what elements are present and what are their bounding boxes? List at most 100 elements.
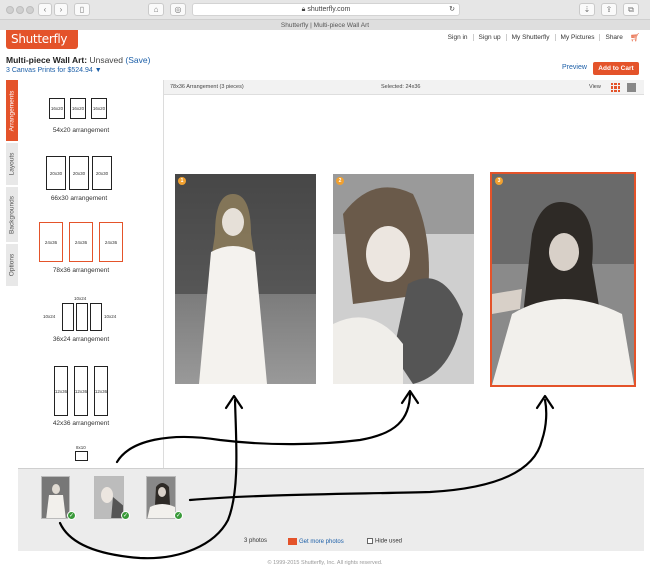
arrangement-78x36[interactable]: 24x36 24x36 24x36 78x36 arrangement bbox=[18, 220, 164, 282]
sign-up-link[interactable]: Sign up bbox=[472, 34, 506, 41]
arrangement-label: 78x36 arrangement bbox=[52, 267, 110, 274]
arrangement-66x30[interactable]: 20x30 20x30 20x30 66x30 arrangement bbox=[18, 152, 164, 214]
hide-used-label: Hide used bbox=[375, 538, 403, 545]
arrangement-box: 16x20 bbox=[49, 98, 65, 119]
canvas-photo-1[interactable]: 1 bbox=[175, 174, 316, 384]
tab-backgrounds[interactable]: Backgrounds bbox=[6, 187, 18, 242]
used-checkmark-icon: ✓ bbox=[121, 511, 130, 520]
arrangement-label: 54x20 arrangement bbox=[52, 127, 110, 134]
downloads-icon[interactable]: ⇣ bbox=[579, 3, 595, 16]
tab-title[interactable]: Shutterfly | Multi-piece Wall Art bbox=[0, 19, 650, 30]
arrangement-42x36[interactable]: 12x36 12x36 12x36 42x36 arrangement bbox=[18, 362, 164, 444]
back-icon[interactable]: ‹ bbox=[38, 3, 52, 16]
tab-backgrounds-label: Backgrounds bbox=[8, 195, 16, 234]
sidebar-icon[interactable]: ▯ bbox=[74, 3, 90, 16]
price-text: 3 Canvas Prints for $524.94 bbox=[6, 67, 93, 74]
thumb-image bbox=[147, 477, 175, 518]
filmstrip-thumb-1[interactable] bbox=[41, 476, 70, 519]
forward-icon[interactable]: › bbox=[54, 3, 68, 16]
reload-icon[interactable]: ↻ bbox=[449, 4, 455, 15]
arrangement-label: 36x24 arrangement bbox=[52, 336, 110, 343]
photo-number-badge: 2 bbox=[336, 177, 344, 185]
close-window-icon[interactable] bbox=[6, 6, 14, 14]
photo-girl-portrait bbox=[492, 174, 634, 385]
shutterfly-logo[interactable]: Shutterfly bbox=[6, 30, 78, 49]
used-checkmark-icon: ✓ bbox=[67, 511, 76, 520]
reader-icon[interactable]: ◎ bbox=[170, 3, 186, 16]
arrangement-8x10[interactable]: 8x10 bbox=[18, 442, 164, 468]
grid-view-icon[interactable] bbox=[611, 83, 620, 92]
my-pictures-link[interactable]: My Pictures bbox=[554, 34, 600, 41]
arrangement-box: 12x36 bbox=[54, 366, 68, 416]
arrangement-box: 24x36 bbox=[69, 222, 93, 262]
canvas-photo-2[interactable]: 2 bbox=[333, 174, 474, 384]
caret-down-icon[interactable]: ▼ bbox=[95, 67, 102, 74]
arrangement-box bbox=[76, 303, 88, 331]
zoom-window-icon[interactable] bbox=[26, 6, 34, 14]
sign-in-link[interactable]: Sign in bbox=[443, 34, 473, 41]
copyright-footer: © 1999-2015 Shutterfly, Inc. All rights … bbox=[267, 560, 383, 566]
get-more-photos-label: Get more photos bbox=[299, 539, 344, 546]
preview-link[interactable]: Preview bbox=[562, 64, 587, 71]
cart-icon[interactable]: 🛒︎ bbox=[630, 33, 640, 42]
my-shutterfly-link[interactable]: My Shutterfly bbox=[505, 34, 555, 41]
share-extension-icon[interactable]: ⌂ bbox=[148, 3, 164, 16]
thumb-image bbox=[95, 477, 123, 518]
arrangement-box bbox=[62, 303, 74, 331]
arrangement-box: 16x20 bbox=[70, 98, 86, 119]
single-view-icon[interactable] bbox=[627, 83, 636, 92]
view-label: View bbox=[589, 84, 601, 90]
project-status: Unsaved bbox=[89, 55, 124, 65]
arrangements-panel: 16x20 16x20 16x20 54x20 arrangement 20x3… bbox=[18, 80, 164, 468]
tab-options-label: Options bbox=[8, 253, 16, 277]
arrangement-box: 12x36 bbox=[74, 366, 88, 416]
selected-info: Selected: 24x36 bbox=[381, 84, 421, 90]
tabs-overview-icon[interactable]: ⧉ bbox=[623, 3, 639, 16]
price-line[interactable]: 3 Canvas Prints for $524.94 ▼ bbox=[6, 67, 102, 74]
photo-count: 3 photos bbox=[244, 538, 268, 544]
used-checkmark-icon: ✓ bbox=[174, 511, 183, 520]
top-links: Sign in Sign up My Shutterfly My Picture… bbox=[443, 33, 640, 42]
save-link[interactable]: (Save) bbox=[125, 55, 150, 65]
tab-options[interactable]: Options bbox=[6, 244, 18, 286]
project-title-text: Multi-piece Wall Art: bbox=[6, 55, 88, 65]
arrangement-label: 66x30 arrangement bbox=[50, 195, 108, 202]
arrangement-size-top: 10x24 bbox=[74, 296, 87, 301]
photo-girl-standing bbox=[175, 174, 316, 384]
arrowhead-3 bbox=[535, 394, 555, 410]
filmstrip-thumb-3[interactable] bbox=[146, 476, 176, 519]
arrowhead-1 bbox=[224, 394, 244, 410]
arrangement-54x20[interactable]: 16x20 16x20 16x20 54x20 arrangement bbox=[18, 80, 164, 140]
photo-girl-flowers bbox=[333, 174, 474, 384]
hide-used-checkbox[interactable]: Hide used bbox=[367, 538, 402, 545]
arrangement-box: 24x36 bbox=[99, 222, 123, 262]
get-more-photos-link[interactable]: Get more photos bbox=[288, 538, 344, 545]
arrangement-box bbox=[75, 451, 88, 461]
share-link[interactable]: Share bbox=[599, 34, 627, 41]
tab-arrangements[interactable]: Arrangements bbox=[6, 80, 18, 141]
arrangement-box bbox=[90, 303, 102, 331]
share-icon[interactable]: ⇪ bbox=[601, 3, 617, 16]
arrangement-label: 42x36 arrangement bbox=[52, 420, 110, 427]
canvas-photo-3[interactable]: 3 bbox=[490, 172, 636, 387]
tab-layouts[interactable]: Layouts bbox=[6, 143, 18, 185]
arrangement-size: 8x10 bbox=[76, 445, 86, 450]
canvas-toolbar: 78x36 Arrangement (3 pieces) Selected: 2… bbox=[164, 80, 644, 95]
tab-arrangements-label: Arrangements bbox=[8, 90, 16, 131]
browser-toolbar: ‹ › ▯ ⌂ ◎ 🔒︎ shutterfly.com ↻ ⇣ ⇪ ⧉ Shut… bbox=[0, 0, 650, 30]
arrangement-box: 20x30 bbox=[92, 156, 112, 190]
arrangement-box: 24x36 bbox=[39, 222, 63, 262]
add-to-cart-button[interactable]: Add to Cart bbox=[593, 62, 639, 75]
address-bar[interactable]: 🔒︎ shutterfly.com ↻ bbox=[192, 3, 460, 16]
checkbox-icon[interactable] bbox=[367, 538, 373, 544]
arrangement-box: 20x30 bbox=[46, 156, 66, 190]
url-text: shutterfly.com bbox=[307, 6, 351, 13]
arrangement-36x24[interactable]: 10x24 10x24 10x24 36x24 arrangement bbox=[18, 290, 164, 350]
tab-layouts-label: Layouts bbox=[8, 152, 16, 176]
arrangement-box: 20x30 bbox=[69, 156, 89, 190]
arrowhead-2 bbox=[400, 389, 420, 405]
minimize-window-icon[interactable] bbox=[16, 6, 24, 14]
filmstrip-thumb-2[interactable] bbox=[94, 476, 124, 519]
photo-number-badge: 1 bbox=[178, 177, 186, 185]
thumb-image bbox=[42, 477, 69, 518]
